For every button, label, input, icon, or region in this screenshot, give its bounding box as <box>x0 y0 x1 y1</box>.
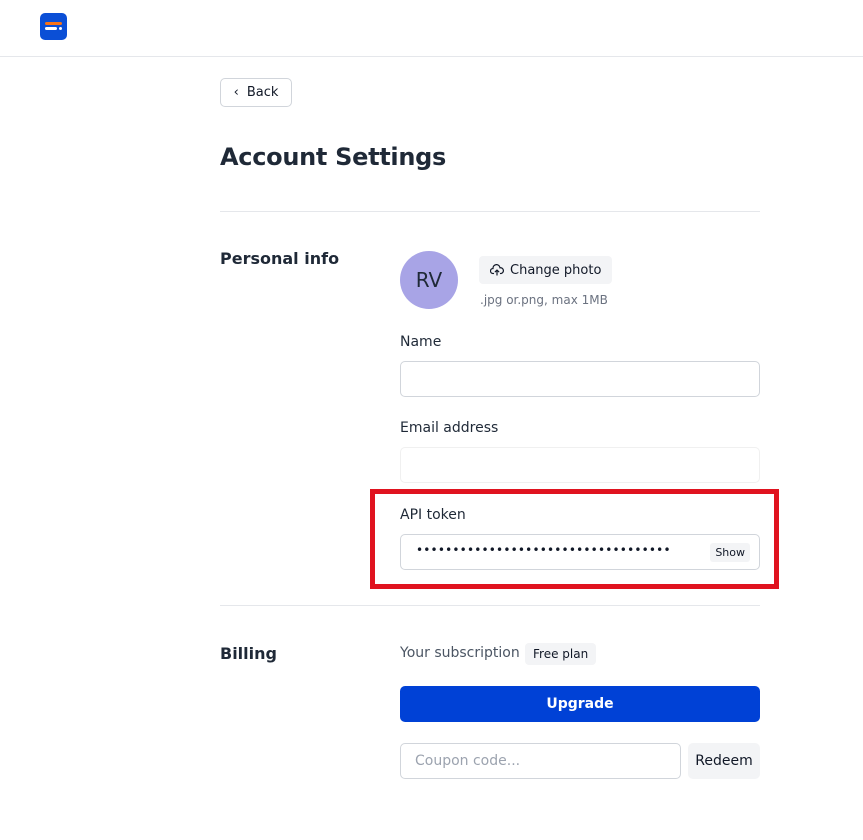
photo-hint: .jpg or.png, max 1MB <box>480 293 608 307</box>
section-divider <box>220 211 760 212</box>
back-button-label: Back <box>246 85 279 100</box>
logo-bar-orange <box>45 22 62 25</box>
top-bar <box>0 0 863 57</box>
name-label: Name <box>400 334 442 350</box>
name-input[interactable] <box>400 361 760 397</box>
plan-badge: Free plan <box>525 643 597 665</box>
upgrade-button[interactable]: Upgrade <box>400 686 760 722</box>
change-photo-button[interactable]: Change photo <box>479 256 613 284</box>
avatar: RV <box>400 251 458 309</box>
chevron-left-icon: ‹ <box>233 85 239 100</box>
api-token-highlight <box>370 489 779 589</box>
billing-label: Billing <box>220 644 277 663</box>
cloud-upload-icon <box>490 264 504 276</box>
section-divider <box>220 605 760 606</box>
personal-info-label: Personal info <box>220 249 340 268</box>
coupon-input[interactable] <box>400 743 681 779</box>
page-title: Account Settings <box>220 143 447 171</box>
email-label: Email address <box>400 420 499 436</box>
avatar-initials: RV <box>415 268 443 292</box>
redeem-button[interactable]: Redeem <box>688 743 760 779</box>
app-logo-icon[interactable] <box>40 13 67 40</box>
email-input[interactable] <box>400 447 760 483</box>
subscription-label: Your subscription <box>400 645 520 661</box>
logo-bar-white <box>45 27 57 30</box>
logo-dot <box>59 27 62 30</box>
change-photo-label: Change photo <box>510 262 602 278</box>
back-button[interactable]: ‹ Back <box>220 78 292 107</box>
